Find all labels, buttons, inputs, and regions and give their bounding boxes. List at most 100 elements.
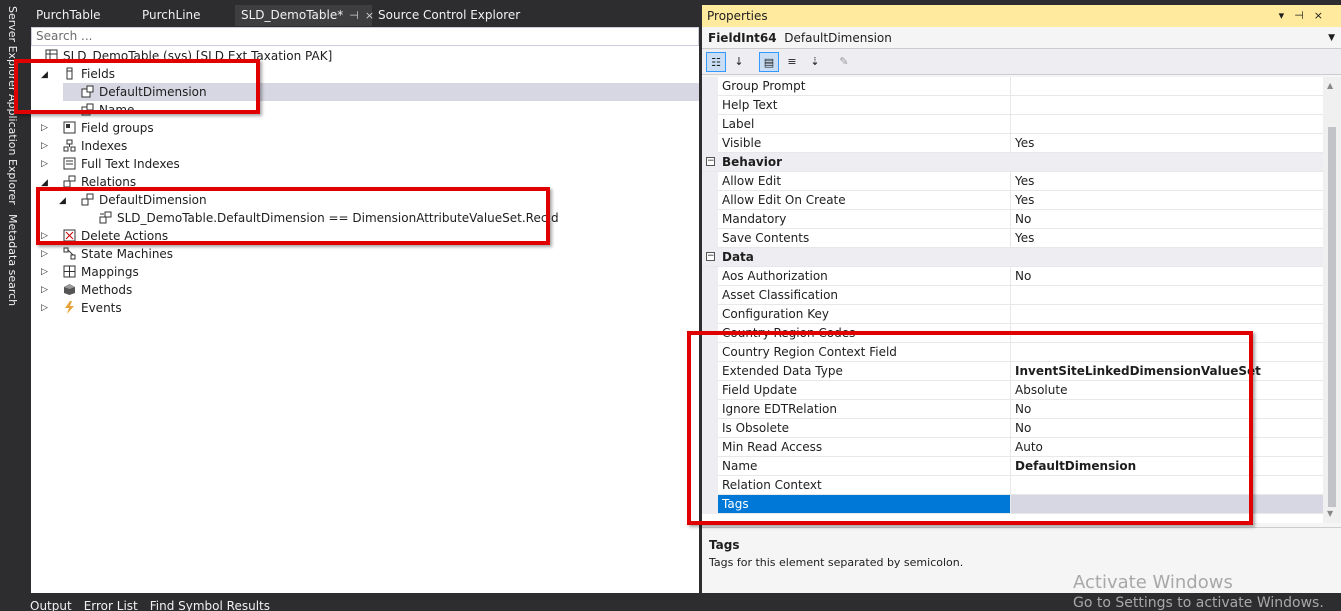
- tab-source-control-explorer[interactable]: Source Control Explorer: [372, 5, 542, 26]
- property-value[interactable]: No: [1012, 419, 1323, 437]
- property-value[interactable]: Yes: [1012, 134, 1323, 152]
- property-row[interactable]: Country Region Context Field: [702, 343, 1323, 362]
- property-row[interactable]: Relation Context: [702, 476, 1323, 495]
- tab-purchtable[interactable]: PurchTable: [30, 5, 136, 26]
- sidebar-item-application-explorer[interactable]: Application Explorer: [6, 94, 19, 205]
- expand-icon[interactable]: ▷: [41, 249, 48, 259]
- wrench-icon[interactable]: ✎: [834, 52, 854, 72]
- expand-icon[interactable]: ▷: [41, 123, 48, 133]
- property-value[interactable]: [1012, 476, 1323, 494]
- tree-node-indexes[interactable]: Indexes: [63, 137, 127, 155]
- property-value[interactable]: Auto: [1012, 438, 1323, 456]
- property-row[interactable]: Help Text: [702, 96, 1323, 115]
- tree-root[interactable]: SLD_DemoTable (sys) [SLD Ext Taxation PA…: [45, 47, 332, 65]
- property-value[interactable]: [1012, 305, 1323, 323]
- tab-error-list[interactable]: Error List: [84, 596, 138, 611]
- property-row[interactable]: Aos Authorization No: [702, 267, 1323, 286]
- tree-node-mappings[interactable]: Mappings: [63, 263, 139, 281]
- pin-icon[interactable]: ⊣: [1294, 9, 1314, 22]
- property-row[interactable]: Min Read Access Auto: [702, 438, 1323, 457]
- vertical-scrollbar[interactable]: ▲ ▼: [1323, 77, 1341, 523]
- scroll-up-icon[interactable]: ▲: [1327, 81, 1333, 90]
- collapse-icon[interactable]: ◢: [59, 196, 66, 206]
- property-value[interactable]: [1012, 324, 1323, 342]
- property-row[interactable]: Country Region Codes: [702, 324, 1323, 343]
- expand-icon[interactable]: ▷: [41, 285, 48, 295]
- property-value[interactable]: [1012, 286, 1323, 304]
- scrollbar-thumb[interactable]: [1328, 127, 1336, 507]
- tree-node-relations[interactable]: Relations: [63, 173, 136, 191]
- tree-node-field-defaultdimension[interactable]: DefaultDimension: [81, 83, 207, 101]
- property-row[interactable]: Group Prompt: [702, 77, 1323, 96]
- tab-sld-demotable[interactable]: SLD_DemoTable* ⊣ ×: [235, 5, 374, 26]
- search-input[interactable]: Search ...: [31, 27, 699, 46]
- close-icon[interactable]: ×: [1314, 9, 1333, 22]
- property-value[interactable]: No: [1012, 400, 1323, 418]
- sidebar-item-server-explorer[interactable]: Server Explorer: [6, 6, 19, 91]
- collapse-icon[interactable]: ◢: [41, 178, 48, 188]
- property-value[interactable]: [1012, 495, 1323, 513]
- scroll-down-icon[interactable]: ▼: [1327, 509, 1333, 518]
- tree-node-relation-defaultdimension[interactable]: DefaultDimension: [81, 191, 207, 209]
- object-selector[interactable]: FieldInt64 DefaultDimension ▼: [702, 27, 1341, 49]
- tree-node-fields[interactable]: Fields: [63, 65, 115, 83]
- property-value[interactable]: Yes: [1012, 229, 1323, 247]
- collapse-icon[interactable]: ◢: [41, 70, 48, 80]
- property-row[interactable]: Field Update Absolute: [702, 381, 1323, 400]
- property-row[interactable]: Asset Classification: [702, 286, 1323, 305]
- expand-icon[interactable]: ▷: [41, 231, 48, 241]
- categorized-icon[interactable]: ☷: [706, 52, 726, 72]
- property-row[interactable]: Visible Yes: [702, 134, 1323, 153]
- property-row[interactable]: Is Obsolete No: [702, 419, 1323, 438]
- category-row-behavior[interactable]: − Behavior: [702, 153, 1323, 172]
- collapse-icon[interactable]: −: [706, 252, 715, 261]
- property-row[interactable]: Allow Edit On Create Yes: [702, 191, 1323, 210]
- alphabetical-icon[interactable]: ↓: [729, 52, 749, 72]
- property-value[interactable]: [1012, 96, 1323, 114]
- tree-node-field-groups[interactable]: Field groups: [63, 119, 154, 137]
- property-row[interactable]: Allow Edit Yes: [702, 172, 1323, 191]
- sidebar-item-metadata-search[interactable]: Metadata search: [6, 214, 19, 306]
- property-row[interactable]: Name DefaultDimension: [702, 457, 1323, 476]
- property-value[interactable]: Yes: [1012, 191, 1323, 209]
- tree-node-events[interactable]: Events: [63, 299, 122, 317]
- property-value[interactable]: DefaultDimension: [1012, 457, 1323, 475]
- property-value[interactable]: No: [1012, 267, 1323, 285]
- property-row[interactable]: Label: [702, 115, 1323, 134]
- tab-purchline[interactable]: PurchLine: [136, 5, 235, 26]
- property-row[interactable]: Mandatory No: [702, 210, 1323, 229]
- property-value[interactable]: [1012, 343, 1323, 361]
- tree-node-field-name[interactable]: Name: [81, 101, 134, 119]
- properties-icon[interactable]: ▤: [759, 52, 779, 72]
- property-row[interactable]: Configuration Key: [702, 305, 1323, 324]
- tree-node-relation-constraint[interactable]: SLD_DemoTable.DefaultDimension == Dimens…: [99, 209, 559, 227]
- pin-icon[interactable]: ⊣: [349, 9, 359, 22]
- property-value[interactable]: Absolute: [1012, 381, 1323, 399]
- property-row[interactable]: Ignore EDTRelation No: [702, 400, 1323, 419]
- category-row-data[interactable]: − Data: [702, 248, 1323, 267]
- property-value[interactable]: Yes: [1012, 172, 1323, 190]
- property-value[interactable]: [1012, 115, 1323, 133]
- tree-node-full-text-indexes[interactable]: Full Text Indexes: [63, 155, 180, 173]
- expand-icon[interactable]: ▷: [41, 159, 48, 169]
- expand-all-icon[interactable]: ≡: [782, 52, 802, 72]
- dropdown-icon[interactable]: ▾: [1279, 9, 1295, 22]
- collapse-icon[interactable]: −: [706, 157, 715, 166]
- property-row[interactable]: Extended Data Type InventSiteLinkedDimens…: [702, 362, 1323, 381]
- property-value[interactable]: InventSiteLinkedDimensionValueSet: [1012, 362, 1323, 380]
- property-row[interactable]: Save Contents Yes: [702, 229, 1323, 248]
- chevron-down-icon[interactable]: ▼: [1328, 27, 1335, 49]
- sort-icon[interactable]: ⇣: [805, 52, 825, 72]
- property-value[interactable]: No: [1012, 210, 1323, 228]
- property-row-selected[interactable]: Tags: [702, 495, 1323, 514]
- expand-icon[interactable]: ▷: [41, 141, 48, 151]
- expand-icon[interactable]: ▷: [41, 267, 48, 277]
- property-value[interactable]: [1012, 77, 1323, 95]
- tree-node-methods[interactable]: Methods: [63, 281, 132, 299]
- tree-node-state-machines[interactable]: State Machines: [63, 245, 173, 263]
- tree-node-label: SLD_DemoTable.DefaultDimension == Dimens…: [117, 211, 559, 225]
- tree-node-delete-actions[interactable]: Delete Actions: [63, 227, 168, 245]
- tab-find-symbol-results[interactable]: Find Symbol Results: [150, 596, 270, 611]
- expand-icon[interactable]: ▷: [41, 303, 48, 313]
- tab-output[interactable]: Output: [30, 596, 72, 611]
